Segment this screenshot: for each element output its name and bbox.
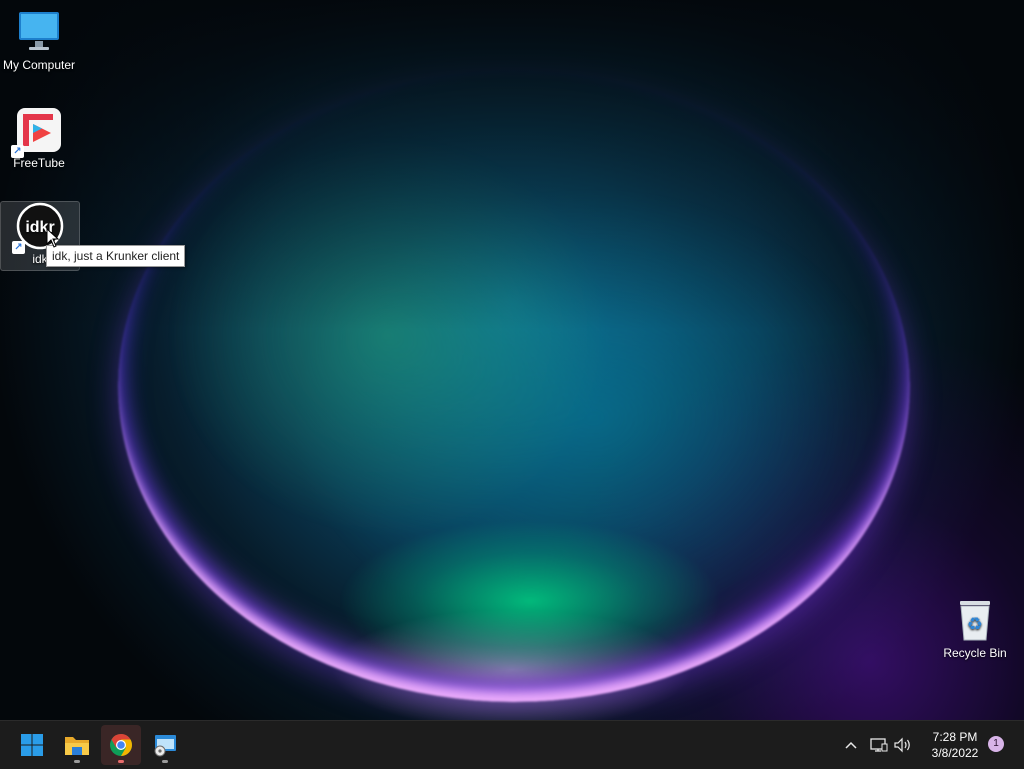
desktop-icon-label: FreeTube: [13, 156, 65, 170]
shortcut-arrow-icon: ↗: [11, 145, 24, 158]
running-indicator: [162, 760, 168, 763]
taskbar: 7:28 PM 3/8/2022: [0, 720, 1024, 769]
app-window-icon: [154, 735, 176, 757]
notification-badge[interactable]: 1: [988, 736, 1004, 752]
show-hidden-icons-button[interactable]: [840, 721, 862, 769]
clock[interactable]: 7:28 PM 3/8/2022: [920, 729, 990, 761]
chrome-icon: [110, 734, 132, 756]
network-button[interactable]: [868, 721, 890, 769]
freetube-icon: ↗: [11, 106, 63, 158]
volume-button[interactable]: [892, 721, 914, 769]
mouse-cursor-icon: [46, 227, 60, 253]
desktop-icon-freetube[interactable]: ↗ FreeTube: [0, 106, 78, 174]
taskbar-chrome[interactable]: [101, 725, 141, 765]
folder-icon: [65, 737, 89, 755]
desktop-icon-recycle-bin[interactable]: ♻ Recycle Bin: [936, 596, 1014, 664]
running-indicator: [118, 760, 124, 763]
volume-icon: [894, 737, 910, 753]
monitor-icon: [15, 8, 63, 56]
desktop-icon-label: Recycle Bin: [943, 646, 1007, 660]
network-icon: [870, 738, 888, 752]
recycle-bin-icon: ♻: [951, 596, 999, 644]
shortcut-arrow-icon: ↗: [12, 241, 25, 254]
desktop-wallpaper: My Computer ↗ FreeTube idkr ↗ idk ♻ Recy…: [0, 0, 1024, 720]
taskbar-file-explorer[interactable]: [57, 725, 97, 765]
desktop-icon-label: My Computer: [2, 58, 76, 72]
start-button[interactable]: [12, 725, 52, 765]
windows-start-icon: [21, 734, 43, 756]
running-indicator: [74, 760, 80, 763]
chevron-up-icon: [845, 741, 857, 749]
wallpaper-shade: [0, 0, 1024, 340]
clock-date: 3/8/2022: [931, 746, 979, 760]
clock-time: 7:28 PM: [932, 730, 978, 744]
taskbar-app[interactable]: [145, 725, 185, 765]
desktop-icon-my-computer[interactable]: My Computer: [0, 8, 78, 76]
tooltip: idk, just a Krunker client: [46, 245, 186, 267]
recycle-symbol: ♻: [967, 614, 983, 635]
